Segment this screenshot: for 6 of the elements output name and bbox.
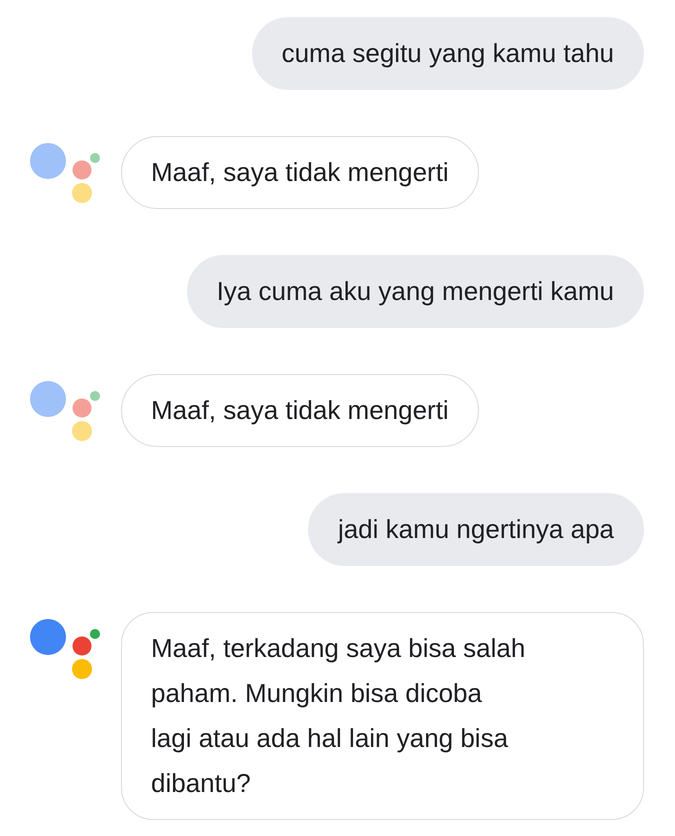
user-message: cuma segitu yang kamu tahu bbox=[252, 17, 644, 90]
assistant-reply: Maaf, saya tidak mengerti bbox=[121, 136, 479, 209]
assistant-reply: Maaf, saya tidak mengerti bbox=[121, 374, 479, 447]
user-message: Iya cuma aku yang mengerti kamu bbox=[186, 255, 644, 328]
user-message: jadi kamu ngertinya apa bbox=[308, 493, 644, 566]
assistant-reply: Maaf, terkadang saya bisa salah paham. Mungkin bisa dicoba lagi atau ada hal lain yang bisa dibantu? bbox=[121, 612, 644, 820]
